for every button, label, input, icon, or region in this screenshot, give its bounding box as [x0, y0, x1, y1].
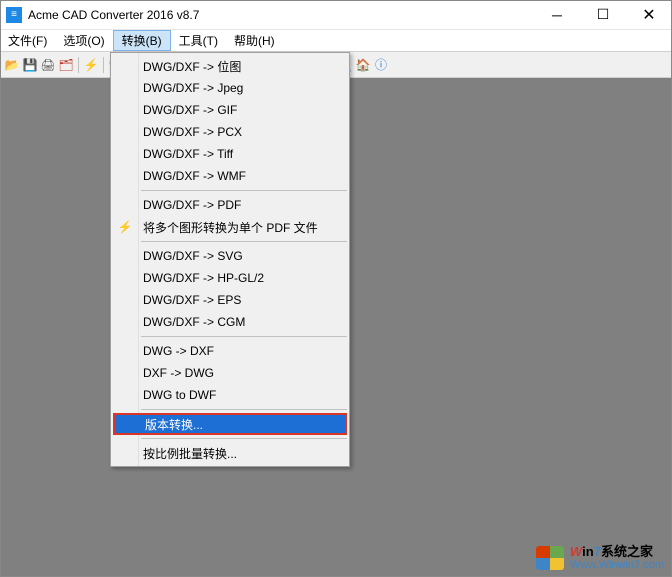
toolbar-separator — [78, 57, 79, 73]
menu-tools[interactable]: 工具(T) — [171, 30, 226, 51]
menu-item-gif[interactable]: DWG/DXF -> GIF — [111, 99, 349, 121]
watermark: Win7系统之家 Www.Winwin7.com — [536, 545, 664, 571]
menu-item-label: 将多个图形转换为单个 PDF 文件 — [143, 219, 318, 236]
menu-item-cgm[interactable]: DWG/DXF -> CGM — [111, 311, 349, 333]
menu-item-tiff[interactable]: DWG/DXF -> Tiff — [111, 143, 349, 165]
dropdown-separator — [141, 241, 347, 242]
menu-convert[interactable]: 转换(B) — [113, 30, 171, 51]
open-icon[interactable]: 📂 — [4, 57, 20, 73]
dropdown-separator — [141, 190, 347, 191]
menu-help[interactable]: 帮助(H) — [226, 30, 283, 51]
menu-item-dwg-dxf[interactable]: DWG -> DXF — [111, 340, 349, 362]
window-controls: ─ ☐ ✕ — [534, 0, 672, 30]
dropdown-separator — [141, 409, 347, 410]
menu-item-wmf[interactable]: DWG/DXF -> WMF — [111, 165, 349, 187]
watermark-url: Www.Winwin7.com — [570, 559, 664, 571]
convert-dropdown: DWG/DXF -> 位图 DWG/DXF -> Jpeg DWG/DXF ->… — [110, 52, 350, 467]
bolt-icon: ⚡ — [117, 219, 133, 235]
menu-item-pdf[interactable]: DWG/DXF -> PDF — [111, 194, 349, 216]
home-icon[interactable]: 🏠 — [355, 57, 371, 73]
menu-item-pcx[interactable]: DWG/DXF -> PCX — [111, 121, 349, 143]
menu-options[interactable]: 选项(O) — [55, 30, 112, 51]
watermark-brand: Win7系统之家 — [570, 545, 664, 559]
menu-item-batch-convert[interactable]: 按比例批量转换... — [111, 442, 349, 464]
menu-item-hpgl[interactable]: DWG/DXF -> HP-GL/2 — [111, 267, 349, 289]
windows-flag-icon — [536, 546, 564, 570]
menu-item-svg[interactable]: DWG/DXF -> SVG — [111, 245, 349, 267]
maximize-button[interactable]: ☐ — [580, 0, 626, 30]
menubar: 文件(F) 选项(O) 转换(B) 工具(T) 帮助(H) — [0, 30, 672, 52]
menu-item-multi-pdf[interactable]: ⚡ 将多个图形转换为单个 PDF 文件 — [111, 216, 349, 238]
minimize-button[interactable]: ─ — [534, 0, 580, 30]
menu-item-dxf-dwg[interactable]: DXF -> DWG — [111, 362, 349, 384]
info-icon[interactable]: ⓘ — [373, 57, 389, 73]
toolbar-separator — [103, 57, 104, 73]
app-icon: ≡ — [6, 7, 22, 23]
titlebar: ≡ Acme CAD Converter 2016 v8.7 ─ ☐ ✕ — [0, 0, 672, 30]
close-button[interactable]: ✕ — [626, 0, 672, 30]
menu-item-dwg-dwf[interactable]: DWG to DWF — [111, 384, 349, 406]
bolt-icon[interactable]: ⚡ — [83, 57, 99, 73]
layers-icon[interactable]: 🗂 — [58, 57, 74, 73]
menu-item-eps[interactable]: DWG/DXF -> EPS — [111, 289, 349, 311]
menu-file[interactable]: 文件(F) — [0, 30, 55, 51]
window-title: Acme CAD Converter 2016 v8.7 — [28, 8, 534, 22]
menu-item-jpeg[interactable]: DWG/DXF -> Jpeg — [111, 77, 349, 99]
menu-item-version-convert[interactable]: 版本转换... — [113, 413, 347, 435]
menu-item-bitmap[interactable]: DWG/DXF -> 位图 — [111, 55, 349, 77]
dropdown-separator — [141, 438, 347, 439]
save-icon[interactable]: 💾 — [22, 57, 38, 73]
dropdown-separator — [141, 336, 347, 337]
print-icon[interactable]: 🖨 — [40, 57, 56, 73]
